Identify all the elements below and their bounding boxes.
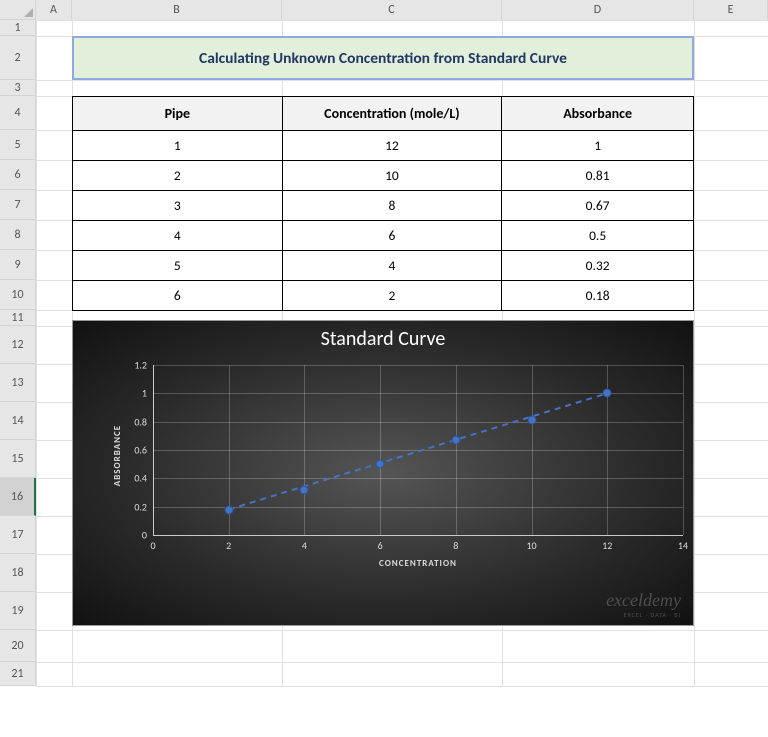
row-header-10[interactable]: 10 — [0, 280, 36, 310]
chart-gridline-horizontal — [153, 535, 683, 536]
chart-x-tick: 10 — [517, 539, 547, 552]
row-header-11[interactable]: 11 — [0, 310, 36, 326]
row-header-14[interactable]: 14 — [0, 402, 36, 440]
chart-y-tick: 0 — [117, 529, 147, 542]
row-header-1[interactable]: 1 — [0, 20, 36, 36]
chart-title: Standard Curve — [73, 321, 693, 351]
chart-x-tick: 6 — [365, 539, 395, 552]
chart-data-point — [376, 460, 385, 469]
chart-x-axis-label: CONCENTRATION — [379, 558, 457, 569]
table-header: Concentration (mole/L) — [282, 97, 502, 131]
row-header-18[interactable]: 18 — [0, 554, 36, 592]
chart-x-tick: 4 — [289, 539, 319, 552]
title-banner: Calculating Unknown Concentration from S… — [72, 36, 694, 80]
table-cell[interactable]: 6 — [73, 281, 283, 311]
row-header-12[interactable]: 12 — [0, 326, 36, 364]
table-row: 540.32 — [73, 251, 694, 281]
chart-data-point — [527, 416, 536, 425]
chart-y-tick: 0.6 — [117, 444, 147, 457]
row-header-20[interactable]: 20 — [0, 630, 36, 662]
spreadsheet-grid: ABCDE 123456789101112131415161718192021 … — [0, 0, 768, 737]
table-cell[interactable]: 0.18 — [502, 281, 694, 311]
row-header-21[interactable]: 21 — [0, 662, 36, 686]
table-cell[interactable]: 0.32 — [502, 251, 694, 281]
table-row: 2100.81 — [73, 161, 694, 191]
column-header-E[interactable]: E — [694, 0, 768, 20]
chart-data-point — [300, 485, 309, 494]
chart-x-tick: 14 — [668, 539, 698, 552]
chart-y-tick: 0.4 — [117, 472, 147, 485]
table-cell[interactable]: 1 — [73, 131, 283, 161]
column-header-C[interactable]: C — [282, 0, 502, 20]
row-header-6[interactable]: 6 — [0, 160, 36, 190]
row-header-17[interactable]: 17 — [0, 516, 36, 554]
table-cell[interactable]: 10 — [282, 161, 502, 191]
chart-gridline-vertical — [683, 365, 684, 535]
gridline-horizontal — [36, 686, 768, 687]
row-header-2[interactable]: 2 — [0, 36, 36, 80]
table-cell[interactable]: 6 — [282, 221, 502, 251]
chart-y-tick: 1 — [117, 387, 147, 400]
select-all-corner[interactable] — [0, 0, 36, 20]
table-cell[interactable]: 0.81 — [502, 161, 694, 191]
row-header-19[interactable]: 19 — [0, 592, 36, 630]
chart-data-point — [603, 389, 612, 398]
table-cell[interactable]: 12 — [282, 131, 502, 161]
title-text: Calculating Unknown Concentration from S… — [199, 49, 567, 68]
table-cell[interactable]: 1 — [502, 131, 694, 161]
table-cell[interactable]: 4 — [73, 221, 283, 251]
table-cell[interactable]: 0.5 — [502, 221, 694, 251]
row-header-13[interactable]: 13 — [0, 364, 36, 402]
table-cell[interactable]: 8 — [282, 191, 502, 221]
table-header: Pipe — [73, 97, 283, 131]
row-header-9[interactable]: 9 — [0, 250, 36, 280]
table-row: 1121 — [73, 131, 694, 161]
gridline-horizontal — [36, 80, 768, 81]
row-header-7[interactable]: 7 — [0, 190, 36, 220]
chart-y-tick: 0.8 — [117, 415, 147, 428]
chart-object[interactable]: Standard Curve ABSORBANCE CONCENTRATION … — [72, 320, 694, 626]
watermark-logo: exceldemy — [606, 590, 681, 611]
gridline-horizontal — [36, 662, 768, 663]
table-cell[interactable]: 2 — [282, 281, 502, 311]
chart-y-tick: 0.2 — [117, 500, 147, 513]
chart-y-tick: 1.2 — [117, 359, 147, 372]
gridline-vertical — [694, 20, 695, 686]
row-header-15[interactable]: 15 — [0, 440, 36, 478]
table-cell[interactable]: 4 — [282, 251, 502, 281]
chart-x-tick: 2 — [214, 539, 244, 552]
row-header-3[interactable]: 3 — [0, 80, 36, 96]
table-cell[interactable]: 3 — [73, 191, 283, 221]
table-cell[interactable]: 5 — [73, 251, 283, 281]
table-cell[interactable]: 0.67 — [502, 191, 694, 221]
table-row: 620.18 — [73, 281, 694, 311]
chart-x-tick: 8 — [441, 539, 471, 552]
gridline-horizontal — [36, 630, 768, 631]
gridline-vertical — [36, 20, 37, 686]
column-header-A[interactable]: A — [36, 0, 72, 20]
gridline-horizontal — [36, 20, 768, 21]
row-headers: 123456789101112131415161718192021 — [0, 20, 36, 686]
row-header-8[interactable]: 8 — [0, 220, 36, 250]
column-header-D[interactable]: D — [502, 0, 694, 20]
chart-plot-area: ABSORBANCE CONCENTRATION 0246810121400.2… — [153, 365, 683, 535]
table-row: 380.67 — [73, 191, 694, 221]
table-row: 460.5 — [73, 221, 694, 251]
chart-x-tick: 12 — [592, 539, 622, 552]
row-header-4[interactable]: 4 — [0, 96, 36, 130]
column-headers: ABCDE — [0, 0, 768, 20]
watermark: exceldemy EXCEL · DATA · BI — [606, 590, 681, 619]
row-header-5[interactable]: 5 — [0, 130, 36, 160]
table-header: Absorbance — [502, 97, 694, 131]
row-header-16[interactable]: 16 — [0, 478, 36, 516]
chart-trendline — [229, 393, 608, 509]
column-header-B[interactable]: B — [72, 0, 282, 20]
chart-data-point — [224, 505, 233, 514]
data-table: PipeConcentration (mole/L)Absorbance1121… — [72, 96, 694, 311]
watermark-tagline: EXCEL · DATA · BI — [606, 611, 681, 619]
table-cell[interactable]: 2 — [73, 161, 283, 191]
chart-data-point — [451, 436, 460, 445]
